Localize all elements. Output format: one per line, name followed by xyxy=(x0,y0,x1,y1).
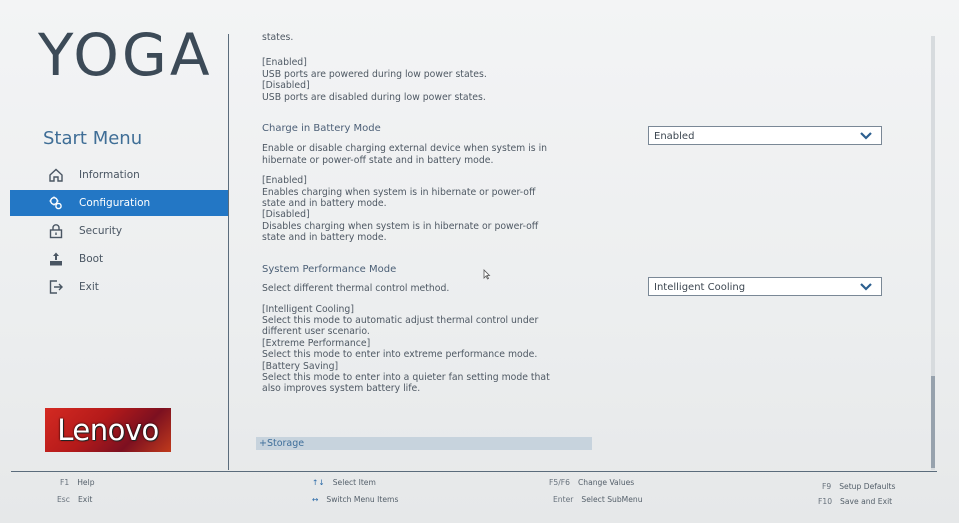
yoga-logo: YOGA xyxy=(38,21,213,89)
performance-mode-value: Intelligent Cooling xyxy=(654,282,746,293)
chevron-down-icon xyxy=(859,281,873,300)
sidebar-item-configuration[interactable]: Configuration xyxy=(10,190,228,216)
mouse-cursor-icon xyxy=(483,265,491,284)
footer-setup-defaults: F9 Setup Defaults xyxy=(822,482,896,491)
ic-tag: [Intelligent Cooling] xyxy=(262,303,354,315)
sidebar-item-label: Boot xyxy=(79,253,104,265)
footer-exit: Esc Exit xyxy=(57,495,93,504)
usb-desc-cont: states. xyxy=(262,32,294,43)
charge-enabled-tag: [Enabled] xyxy=(262,175,307,187)
usb-disabled-tag: [Disabled] xyxy=(262,80,310,92)
arrow-up-down-icon: ↑↓ xyxy=(312,478,325,487)
ep-tag: [Extreme Performance] xyxy=(262,337,371,349)
bs-line2: also improves system battery life. xyxy=(262,383,421,395)
charge-battery-value: Enabled xyxy=(654,131,695,142)
arrow-left-right-icon: ↔ xyxy=(312,495,319,504)
vertical-divider xyxy=(228,34,229,470)
sidebar-item-information[interactable]: Information xyxy=(10,162,228,188)
sidebar-item-label: Security xyxy=(79,225,123,237)
footer-save-exit: F10 Save and Exit xyxy=(818,497,893,506)
bios-screen: YOGA Start Menu Information Configuratio… xyxy=(0,0,959,523)
lock-icon xyxy=(47,222,65,240)
footer-select-item: ↑↓ Select Item xyxy=(312,478,376,487)
storage-submenu[interactable]: +Storage xyxy=(256,437,592,450)
footer-divider xyxy=(11,471,937,472)
chevron-down-icon xyxy=(859,130,873,149)
sidebar-item-label: Exit xyxy=(79,281,99,293)
lenovo-logo: Lenovo xyxy=(45,408,171,452)
charge-disabled-line1: Disables charging when system is in hibe… xyxy=(262,220,539,232)
footer-help: F1 Help xyxy=(60,478,95,487)
charge-desc-line1: Enable or disable charging external devi… xyxy=(262,143,548,155)
sidebar-item-boot[interactable]: Boot xyxy=(10,246,228,272)
sidebar-item-exit[interactable]: Exit xyxy=(10,274,228,300)
home-icon xyxy=(47,166,65,184)
charge-battery-select[interactable]: Enabled xyxy=(648,126,882,145)
footer-switch-menu: ↔ Switch Menu Items xyxy=(312,495,399,504)
start-menu-heading: Start Menu xyxy=(43,128,143,149)
boot-icon xyxy=(47,250,65,268)
performance-mode-title[interactable]: System Performance Mode xyxy=(262,264,592,275)
sidebar-item-security[interactable]: Security xyxy=(10,218,228,244)
charge-disabled-tag: [Disabled] xyxy=(262,209,310,221)
ic-line1: Select this mode to automatic adjust the… xyxy=(262,314,539,326)
ep-line1: Select this mode to enter into extreme p… xyxy=(262,349,538,361)
charge-disabled-line2: state and in battery mode. xyxy=(262,232,387,244)
bs-tag: [Battery Saving] xyxy=(262,360,339,372)
sidebar-item-label: Information xyxy=(79,169,140,181)
sidebar-item-label: Configuration xyxy=(79,197,151,209)
charge-desc-line2: hibernate or power-off state and in batt… xyxy=(262,154,494,166)
performance-desc: Select different thermal control method. xyxy=(262,283,450,295)
configuration-icon xyxy=(47,194,65,212)
usb-disabled-desc: USB ports are disabled during low power … xyxy=(262,91,486,103)
charge-battery-title[interactable]: Charge in Battery Mode xyxy=(262,123,592,134)
charge-enabled-line2: state and in battery mode. xyxy=(262,198,387,210)
footer-change-values: F5/F6 Change Values xyxy=(549,478,635,487)
exit-icon xyxy=(47,278,65,296)
footer-select-submenu: Enter Select SubMenu xyxy=(553,495,643,504)
performance-mode-select[interactable]: Intelligent Cooling xyxy=(648,277,882,296)
bs-line1: Select this mode to enter into a quieter… xyxy=(262,371,550,383)
scrollbar-thumb[interactable] xyxy=(931,376,935,468)
usb-enabled-desc: USB ports are powered during low power s… xyxy=(262,68,487,80)
charge-enabled-line1: Enables charging when system is in hiber… xyxy=(262,186,536,198)
usb-enabled-tag: [Enabled] xyxy=(262,57,307,69)
ic-line2: different user scenario. xyxy=(262,326,370,338)
settings-content: states. [Enabled] USB ports are powered … xyxy=(262,32,592,395)
sidebar-nav: Information Configuration Security Boot … xyxy=(10,162,228,302)
